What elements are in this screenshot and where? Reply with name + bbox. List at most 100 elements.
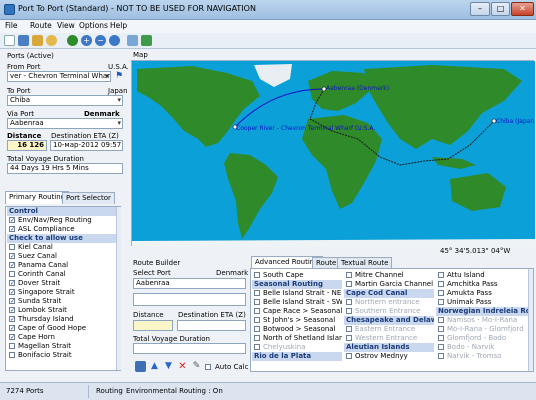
route-builder-port-list[interactable]	[133, 293, 246, 306]
grid-header: Cape Cod Canal	[344, 289, 434, 298]
checkbox-icon[interactable]: ✓	[9, 217, 15, 224]
checkbox-icon[interactable]	[254, 299, 260, 305]
menu-file[interactable]: File	[5, 21, 18, 30]
checkbox-icon[interactable]	[438, 272, 444, 278]
grid-item[interactable]: Martin Garcia Channel	[344, 280, 434, 289]
zoom-extent-icon[interactable]	[109, 35, 120, 46]
globe-icon[interactable]	[67, 35, 78, 46]
checkbox-icon[interactable]	[254, 272, 260, 278]
checkbox-icon[interactable]: ✓	[9, 316, 15, 323]
menu-route[interactable]: Route	[30, 21, 52, 30]
checkbox-icon[interactable]: ✓	[9, 289, 15, 296]
via-port-select[interactable]: Aabenraa	[7, 118, 123, 129]
eta-label: Destination ETA (Z)	[51, 132, 119, 140]
routing-item[interactable]: Kiel Canal	[7, 243, 119, 252]
grid-item[interactable]: Amukta Pass	[436, 289, 528, 298]
grid-item[interactable]: Botwood > Seasonal	[252, 325, 342, 334]
route-builder-port-input[interactable]: Aabenraa	[133, 278, 246, 289]
routing-item[interactable]: Magellan Strait	[7, 342, 119, 351]
checkbox-icon[interactable]	[346, 353, 352, 359]
grid-item[interactable]: St John's > Seasonal	[252, 316, 342, 325]
grid-item[interactable]: Belle Island Strait - NE Bound	[252, 289, 342, 298]
save-route-icon[interactable]	[135, 361, 146, 372]
delete-icon[interactable]: ✕	[177, 361, 188, 372]
routing-item[interactable]: Bonifacio Strait	[7, 351, 119, 360]
maximize-button[interactable]: □	[491, 2, 510, 16]
checkbox-icon	[438, 344, 444, 350]
routing-item[interactable]: ✓ Panama Canal	[7, 261, 119, 270]
open-icon[interactable]	[32, 35, 43, 46]
routing-item[interactable]: ✓ Lombok Strait	[7, 306, 119, 315]
layers-icon[interactable]	[127, 35, 138, 46]
routing-item[interactable]: ✓ Singapore Strait	[7, 288, 119, 297]
clear-icon[interactable]: ✎	[191, 361, 202, 372]
routing-item[interactable]: ✓ ASL Compliance	[7, 225, 119, 234]
checkbox-icon[interactable]	[9, 244, 15, 250]
routing-item[interactable]: ✓ Cape Horn	[7, 333, 119, 342]
move-down-icon[interactable]: ▼	[163, 361, 174, 372]
tab-port-selector[interactable]: Port Selector	[62, 192, 115, 204]
grid-item[interactable]: Attu Island	[436, 271, 528, 280]
menu-help[interactable]: Help	[110, 21, 127, 30]
minimize-button[interactable]: –	[470, 2, 490, 16]
grid-scrollbar[interactable]	[528, 269, 533, 371]
new-icon[interactable]	[4, 35, 15, 46]
routing-item[interactable]: ✓ Cape of Good Hope	[7, 324, 119, 333]
checkbox-icon[interactable]: ✓	[9, 262, 15, 269]
grid-item[interactable]: Unimak Pass	[436, 298, 528, 307]
checkbox-icon[interactable]	[9, 352, 15, 358]
routing-item[interactable]: ✓ Sunda Strait	[7, 297, 119, 306]
checkbox-icon[interactable]	[9, 271, 15, 277]
map-icon[interactable]	[141, 35, 152, 46]
checkbox-icon[interactable]	[254, 317, 260, 323]
grid-item-disabled: Western Entrance	[344, 334, 434, 343]
menu-view[interactable]: View	[57, 21, 75, 30]
tab-primary-routing[interactable]: Primary Routing	[5, 191, 70, 204]
checkbox-icon[interactable]	[438, 299, 444, 305]
grid-item[interactable]: Belle Island Strait - SW Bound	[252, 298, 342, 307]
checkbox-icon[interactable]	[254, 290, 260, 296]
zoom-out-icon[interactable]: −	[95, 35, 106, 46]
routing-item[interactable]: ✓ Suez Canal	[7, 252, 119, 261]
grid-item[interactable]: Ostrov Mednyy	[344, 352, 434, 361]
zoom-in-icon[interactable]: +	[81, 35, 92, 46]
checkbox-icon[interactable]	[438, 290, 444, 296]
save-icon[interactable]	[18, 35, 29, 46]
grid-item[interactable]: North of Shetland Islands	[252, 334, 342, 343]
auto-calc-checkbox[interactable]	[205, 364, 211, 370]
checkbox-icon[interactable]	[254, 335, 260, 341]
grid-item[interactable]: Mitre Channel	[344, 271, 434, 280]
routing-item[interactable]: ✓ Thursday Island	[7, 315, 119, 324]
grid-item[interactable]: Cape Race > Seasonal	[252, 307, 342, 316]
checkbox-icon	[346, 326, 352, 332]
grid-item[interactable]: South Cape	[252, 271, 342, 280]
checkbox-icon[interactable]	[346, 281, 352, 287]
checkbox-icon[interactable]: ✓	[9, 253, 15, 260]
checkbox-icon[interactable]	[438, 281, 444, 287]
checkbox-icon[interactable]: ✓	[9, 298, 15, 305]
from-port-select[interactable]: ver - Chevron Terminal Wharf	[7, 71, 111, 82]
to-port-select[interactable]: Chiba	[7, 95, 123, 106]
menu-bar: File Route View Options Help	[0, 20, 536, 33]
world-map[interactable]: Cooper River - Chevron Terminal Wharf (U…	[132, 61, 535, 247]
routing-item[interactable]: Corinth Canal	[7, 270, 119, 279]
move-up-icon[interactable]: ▲	[149, 361, 160, 372]
checkbox-icon[interactable]	[346, 272, 352, 278]
map-pane[interactable]: Cooper River - Chevron Terminal Wharf (U…	[131, 60, 535, 247]
checkbox-icon[interactable]: ✓	[9, 226, 15, 233]
routing-item[interactable]: ✓ Dover Strait	[7, 279, 119, 288]
settings-icon[interactable]	[46, 35, 57, 46]
flag-icon[interactable]: ⚑	[115, 71, 123, 81]
checkbox-icon[interactable]	[254, 308, 260, 314]
checkbox-icon[interactable]	[254, 326, 260, 332]
checkbox-icon[interactable]: ✓	[9, 334, 15, 341]
checkbox-icon[interactable]: ✓	[9, 280, 15, 287]
menu-options[interactable]: Options	[79, 21, 108, 30]
grid-item[interactable]: Amchitka Pass	[436, 280, 528, 289]
checkbox-icon[interactable]: ✓	[9, 307, 15, 314]
routing-item[interactable]: ✓ Env/Nav/Reg Routing	[7, 216, 119, 225]
checkbox-icon[interactable]	[9, 343, 15, 349]
checkbox-icon[interactable]: ✓	[9, 325, 15, 332]
routing-list-scrollbar[interactable]	[116, 207, 121, 370]
close-button[interactable]: ✕	[511, 2, 534, 16]
